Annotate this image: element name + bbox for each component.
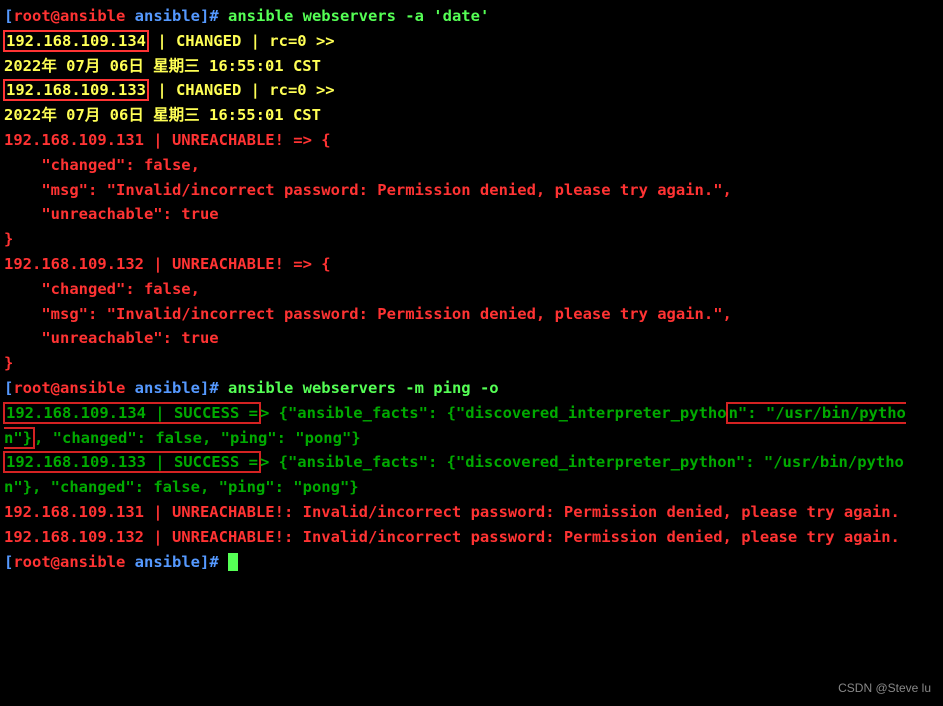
date-output-133: 2022年 07月 06日 星期三 16:55:01 CST [4, 103, 939, 128]
unreachable-132-header: 192.168.109.132 | UNREACHABLE! => { [4, 252, 939, 277]
path: ansible [125, 379, 200, 397]
output-host-133: 192.168.109.133 | CHANGED | rc=0 >> [4, 78, 939, 103]
ping-success-part2: > {"ansible_facts": {"discovered_interpr… [260, 453, 727, 471]
bracket-close: ]# [200, 553, 219, 571]
date-output-134: 2022年 07月 06日 星期三 16:55:01 CST [4, 54, 939, 79]
command-text [219, 553, 228, 571]
prompt-line-2: [root@ansible ansible]# ansible webserve… [4, 376, 939, 401]
user-host: root@ansible [13, 553, 125, 571]
ping-unreachable-131: 192.168.109.131 | UNREACHABLE!: Invalid/… [4, 500, 939, 525]
unreachable-132-l2: "msg": "Invalid/incorrect password: Perm… [4, 302, 939, 327]
prompt-line-3[interactable]: [root@ansible ansible]# [4, 550, 939, 575]
path: ansible [125, 7, 200, 25]
ping-success-part1: 192.168.109.134 | SUCCESS = [6, 404, 258, 422]
bracket-open: [ [4, 553, 13, 571]
user-host: root@ansible [13, 7, 125, 25]
status-text: | CHANGED | rc=0 >> [148, 32, 335, 50]
unreachable-131-l1: "changed": false, [4, 153, 939, 178]
bracket-close: ]# [200, 379, 219, 397]
ping-success-part4: , "changed": false, "ping": "pong"} [34, 429, 361, 447]
ping-output-133: 192.168.109.133 | SUCCESS => {"ansible_f… [4, 450, 939, 500]
unreachable-131-l3: "unreachable": true [4, 202, 939, 227]
user-host: root@ansible [13, 379, 125, 397]
ip-address: 192.168.109.134 [6, 32, 146, 50]
ping-success-part2: > {"ansible_facts": {"discovered_interpr… [260, 404, 727, 422]
unreachable-131-header: 192.168.109.131 | UNREACHABLE! => { [4, 128, 939, 153]
unreachable-132-l4: } [4, 351, 939, 376]
watermark-text: CSDN @Steve lu [838, 679, 931, 698]
output-host-134: 192.168.109.134 | CHANGED | rc=0 >> [4, 29, 939, 54]
ping-success-part1: 192.168.109.133 | SUCCESS = [6, 453, 258, 471]
bracket-open: [ [4, 7, 13, 25]
unreachable-131-l4: } [4, 227, 939, 252]
unreachable-132-l1: "changed": false, [4, 277, 939, 302]
command-text: ansible webservers -a 'date' [219, 7, 490, 25]
unreachable-132-l3: "unreachable": true [4, 326, 939, 351]
cursor-icon [228, 553, 238, 571]
path: ansible [125, 553, 200, 571]
ip-address: 192.168.109.133 [6, 81, 146, 99]
command-text: ansible webservers -m ping -o [219, 379, 499, 397]
ping-success-part4: , "changed": false, "ping": "pong"} [32, 478, 359, 496]
ping-unreachable-132: 192.168.109.132 | UNREACHABLE!: Invalid/… [4, 525, 939, 550]
unreachable-131-l2: "msg": "Invalid/incorrect password: Perm… [4, 178, 939, 203]
prompt-line-1: [root@ansible ansible]# ansible webserve… [4, 4, 939, 29]
ping-output-134: 192.168.109.134 | SUCCESS => {"ansible_f… [4, 401, 939, 451]
bracket-open: [ [4, 379, 13, 397]
bracket-close: ]# [200, 7, 219, 25]
status-text: | CHANGED | rc=0 >> [148, 81, 335, 99]
